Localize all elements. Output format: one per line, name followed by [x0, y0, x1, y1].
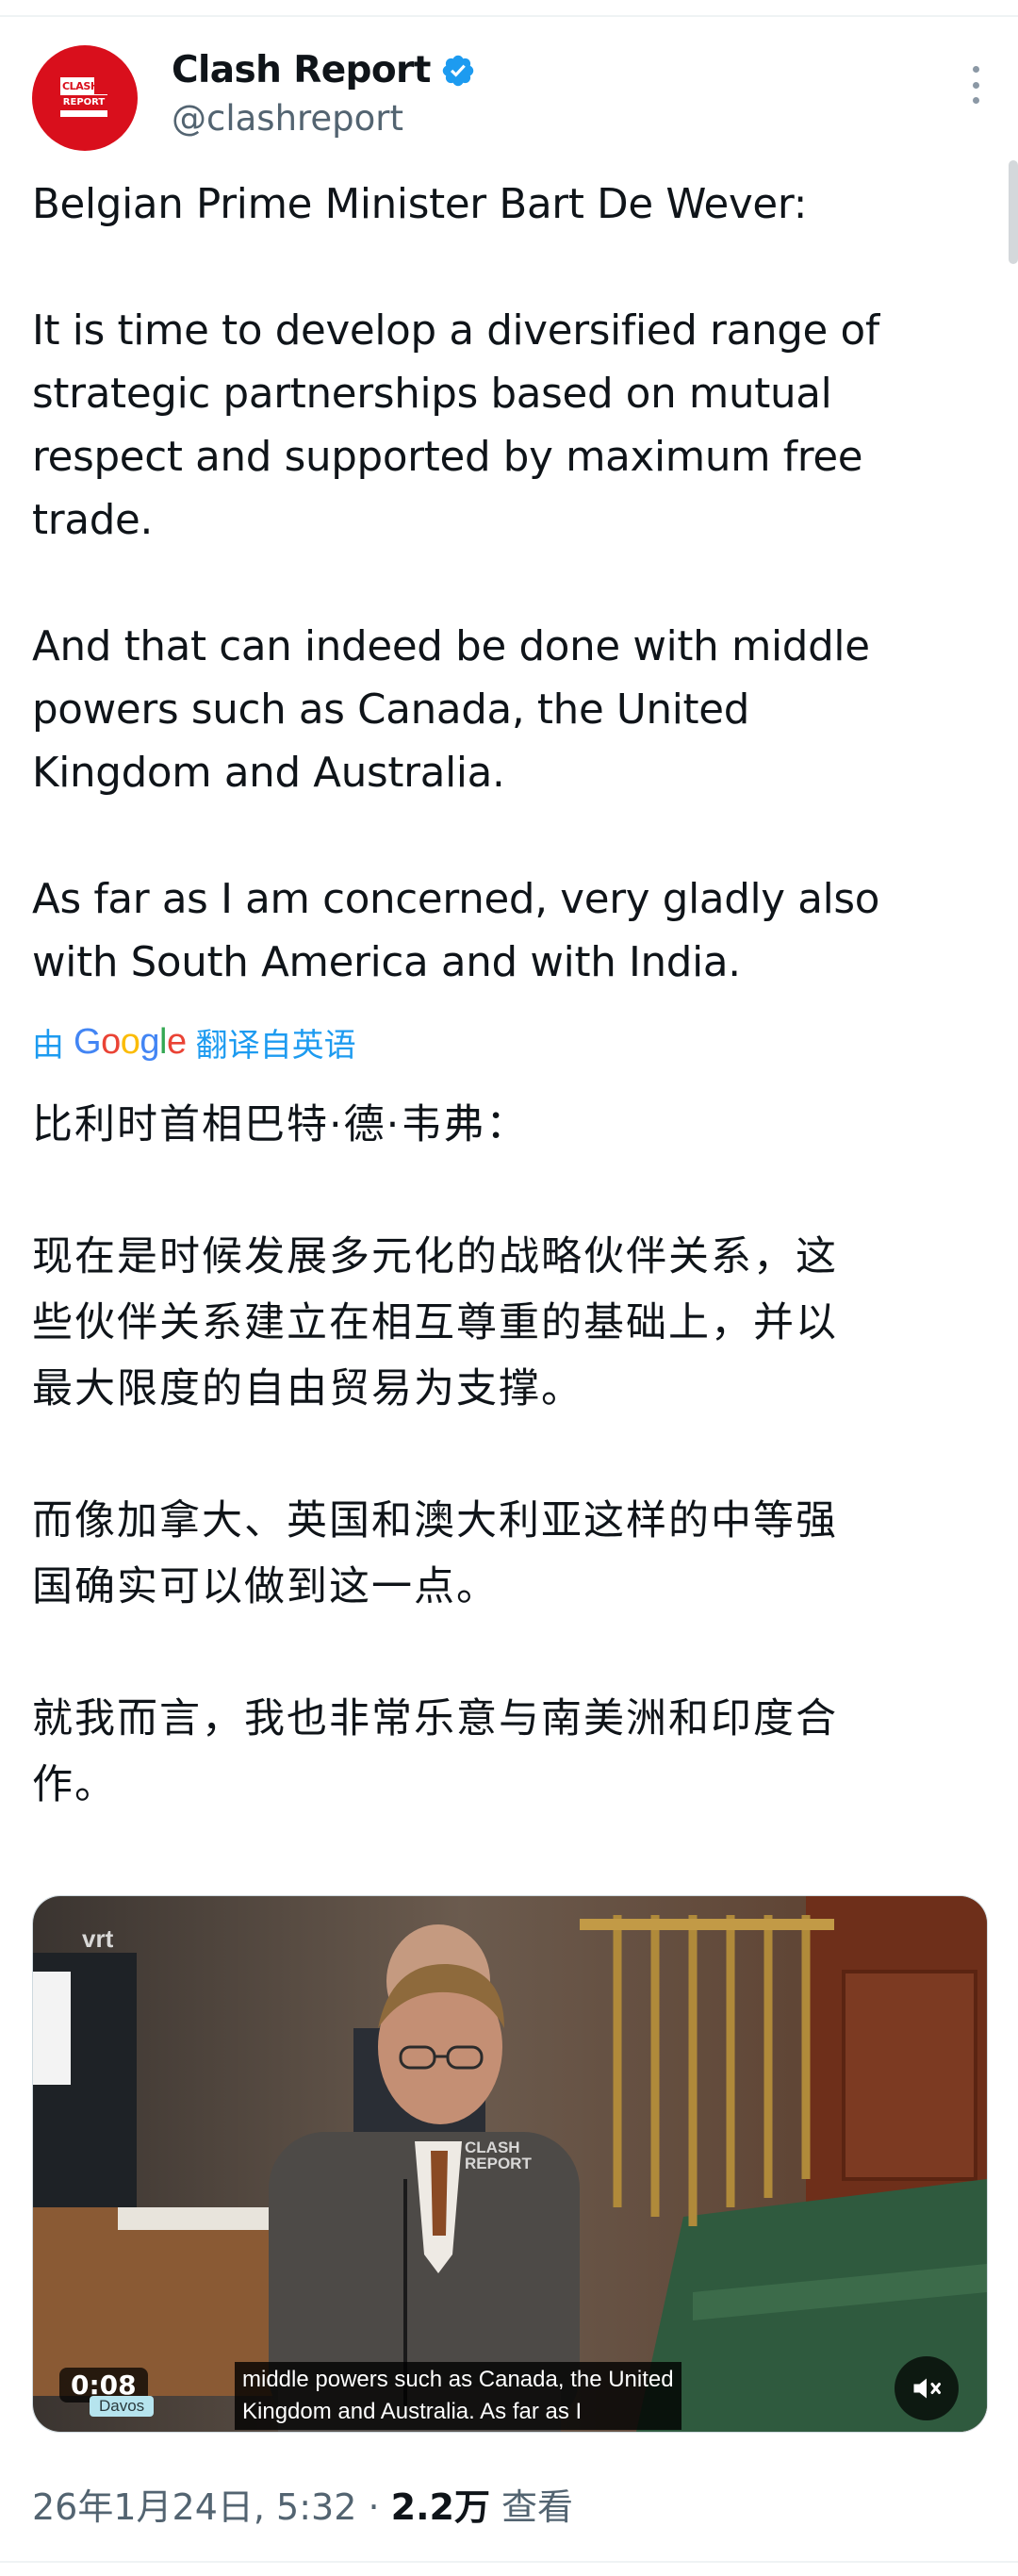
translation-attribution[interactable]: 由 Google 翻译自英语: [32, 1018, 356, 1065]
tweet-paragraph: Belgian Prime Minister Bart De Wever:: [32, 181, 808, 228]
clash-report-watermark: CLASH REPORT: [465, 2138, 532, 2172]
top-divider: [0, 0, 1018, 17]
tweet-paragraph: It is time to develop a diversified rang…: [32, 307, 879, 544]
google-logo: Google: [74, 1021, 187, 1062]
tweet-text: Belgian Prime Minister Bart De Wever: It…: [32, 173, 984, 995]
translated-paragraph: 就我而言，我也非常乐意与南美洲和印度合 作。: [32, 1695, 838, 1808]
author-handle[interactable]: @clashreport: [172, 98, 403, 139]
mute-toggle-button[interactable]: [895, 2356, 959, 2420]
translated-text: 比利时首相巴特·德·韦弗： 现在是时候发展多元化的战略伙伴关系，这 些伙伴关系建…: [32, 1092, 986, 1818]
verified-badge-icon: [442, 55, 473, 86]
view-count: 2.2万: [390, 2486, 490, 2528]
bottom-divider: [0, 2561, 1018, 2563]
tweet-header: CLASH REPORT Clash Report @clashreport: [32, 45, 986, 158]
tweet-paragraph: As far as I am concerned, very gladly al…: [32, 876, 880, 986]
clash-report-logo: CLASH REPORT: [60, 77, 107, 117]
translated-paragraph: 而像加拿大、英国和澳大利亚这样的中等强 国确实可以做到这一点。: [32, 1497, 838, 1610]
video-subtitle: middle powers such as Canada, the United…: [235, 2362, 681, 2430]
video-player[interactable]: vrt CLASH REPORT 0:08 Davos middle powers…: [32, 1895, 988, 2433]
tweet-metadata: 26年1月24日, 5:32 · 2.2万 查看: [32, 2478, 573, 2530]
location-tag: Davos: [90, 2396, 155, 2417]
author-display-name[interactable]: Clash Report: [172, 49, 431, 91]
channel-logo: vrt: [82, 1924, 114, 1953]
more-options-icon[interactable]: [965, 66, 986, 104]
tweet-paragraph: And that can indeed be done with middle …: [32, 623, 870, 797]
post-timestamp[interactable]: 26年1月24日, 5:32 ·: [32, 2486, 391, 2528]
translated-paragraph: 现在是时候发展多元化的战略伙伴关系，这 些伙伴关系建立在相互尊重的基础上，并以 …: [32, 1233, 838, 1412]
scrollbar-thumb[interactable]: [1009, 160, 1018, 264]
views-label: 查看: [489, 2486, 574, 2528]
avatar[interactable]: CLASH REPORT: [32, 45, 138, 151]
translated-paragraph: 比利时首相巴特·德·韦弗：: [32, 1101, 529, 1148]
speaker-muted-icon: [913, 2378, 941, 2399]
author-name-row[interactable]: Clash Report: [172, 49, 476, 91]
